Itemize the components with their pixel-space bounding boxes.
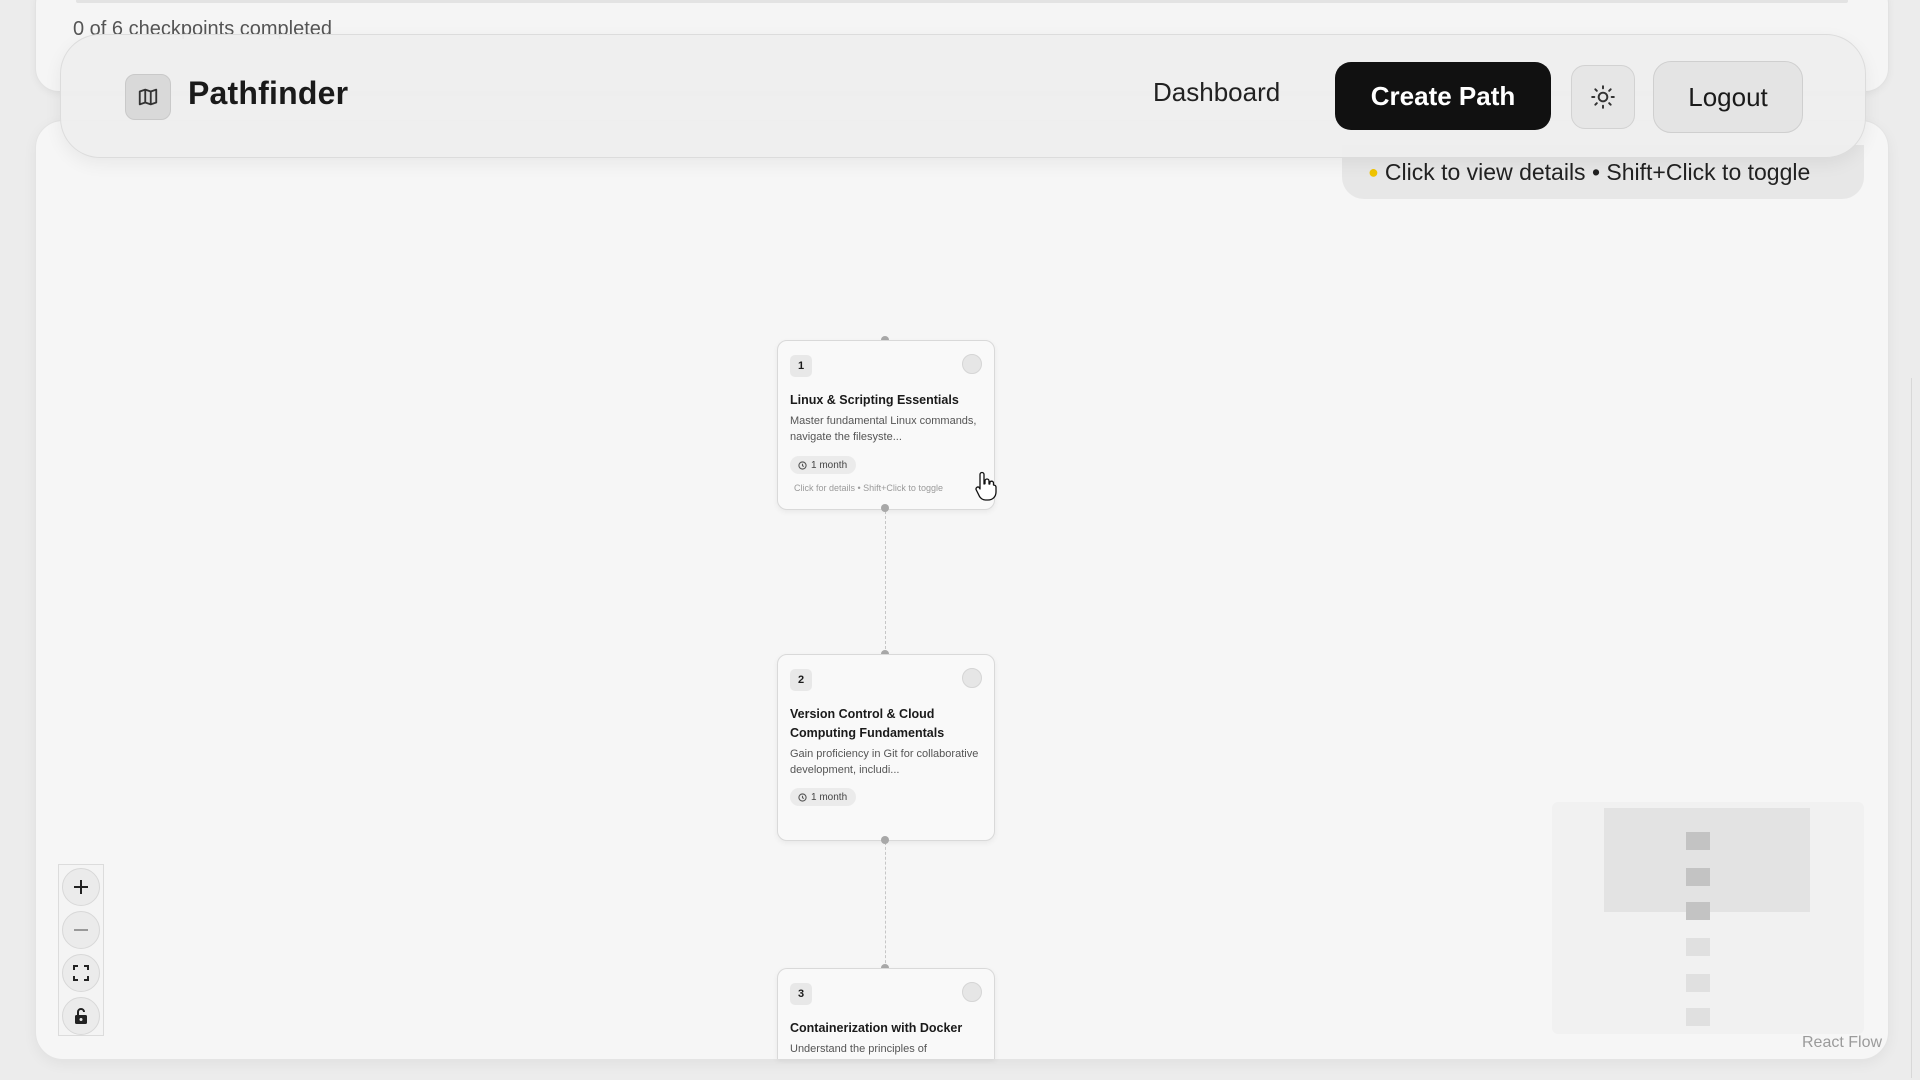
create-path-button[interactable]: Create Path [1335, 62, 1551, 130]
node-duration: 1 month [811, 459, 848, 471]
dashboard-link[interactable]: Dashboard [1153, 77, 1280, 108]
react-flow-attribution[interactable]: React Flow [1802, 1034, 1882, 1052]
minimap-viewport[interactable] [1604, 808, 1810, 912]
lock-button[interactable] [62, 997, 100, 1035]
node-duration-badge: 1 month [790, 788, 857, 806]
zoom-in-button[interactable] [62, 868, 100, 906]
node-hint: Click for details • Shift+Click to toggl… [794, 483, 943, 493]
sun-icon [1591, 85, 1615, 109]
node-title: Version Control & Cloud Computing Fundam… [790, 707, 945, 740]
hand-cursor-icon [974, 470, 1000, 507]
minimap-node [1686, 974, 1710, 992]
minimap-node [1686, 938, 1710, 956]
edge-2-3 [885, 842, 886, 968]
flow-controls [58, 864, 104, 1036]
scrollbar[interactable] [1911, 378, 1918, 1078]
node-duration-badge: 1 month [790, 456, 857, 474]
roadmap-node[interactable]: 3 Containerization with Docker Understan… [777, 968, 995, 1059]
fit-view-icon [73, 965, 89, 981]
node-checkbox[interactable] [962, 354, 982, 374]
node-title: Linux & Scripting Essentials [790, 393, 959, 407]
progress-bar [76, 0, 1848, 3]
clock-icon [798, 792, 807, 802]
roadmap-node[interactable]: 1 Linux & Scripting Essentials Master fu… [777, 340, 995, 510]
node-number: 1 [790, 355, 812, 377]
brand-name[interactable]: Pathfinder [188, 75, 348, 112]
node-description: Gain proficiency in Git for collaborativ… [790, 748, 979, 776]
node-checkbox[interactable] [962, 982, 982, 1002]
minimap-node [1686, 902, 1710, 920]
minimap[interactable] [1552, 802, 1864, 1034]
minimap-node [1686, 1008, 1710, 1026]
node-handle-bottom[interactable] [881, 836, 889, 844]
node-description: Master fundamental Linux commands, navig… [790, 415, 977, 443]
fit-view-button[interactable] [62, 954, 100, 992]
node-number: 2 [790, 669, 812, 691]
lightbulb-icon: ● [1368, 161, 1379, 182]
node-handle-bottom[interactable] [881, 504, 889, 512]
logout-button[interactable]: Logout [1653, 61, 1803, 133]
hint-text: Click to view details • Shift+Click to t… [1384, 158, 1811, 185]
zoom-out-button[interactable] [62, 911, 100, 949]
edge-1-2 [885, 511, 886, 654]
node-duration: 1 month [811, 791, 848, 803]
zoom-in-icon [74, 880, 88, 894]
map-icon [125, 74, 171, 120]
roadmap-node[interactable]: 2 Version Control & Cloud Computing Fund… [777, 654, 995, 841]
minimap-node [1686, 868, 1710, 886]
node-title: Containerization with Docker [790, 1021, 963, 1035]
navbar: Pathfinder Dashboard Create Path Logout [60, 34, 1866, 158]
clock-icon [798, 460, 807, 470]
node-description: Understand the principles of [790, 1043, 927, 1055]
theme-toggle-button[interactable] [1571, 65, 1635, 129]
node-checkbox[interactable] [962, 668, 982, 688]
lock-icon [75, 1008, 87, 1024]
zoom-out-icon [74, 929, 88, 931]
minimap-node [1686, 832, 1710, 850]
node-number: 3 [790, 983, 812, 1005]
